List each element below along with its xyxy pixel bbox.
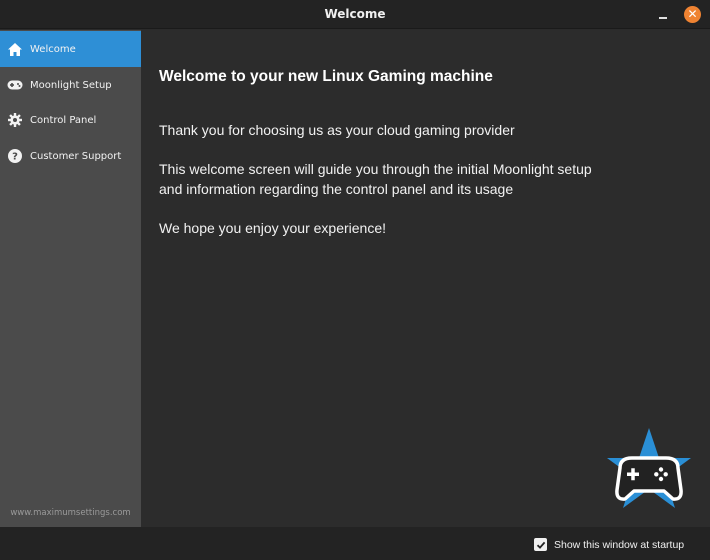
sidebar-item-label: Moonlight Setup: [30, 79, 112, 91]
guide-text-line2: and information regarding the control pa…: [159, 181, 514, 197]
sidebar-item-control-panel[interactable]: Control Panel: [0, 102, 141, 138]
page-title: Welcome to your new Linux Gaming machine: [159, 68, 493, 85]
show-at-startup-toggle[interactable]: Show this window at startup: [534, 538, 684, 551]
guide-text-line1: This welcome screen will guide you throu…: [159, 161, 592, 177]
intro-text: Thank you for choosing us as your cloud …: [159, 122, 515, 138]
svg-text:?: ?: [12, 152, 18, 163]
website-link[interactable]: www.maximumsettings.com: [0, 508, 141, 518]
sidebar: Welcome Moonlight Setup Control Panel ? …: [0, 30, 141, 527]
close-icon: ✕: [687, 7, 698, 21]
minimize-button[interactable]: [652, 6, 672, 24]
sidebar-item-label: Welcome: [30, 43, 76, 55]
show-at-startup-label: Show this window at startup: [554, 538, 685, 551]
title-bar: Welcome ✕: [0, 0, 710, 29]
help-icon: ?: [0, 149, 30, 163]
checkbox-checked-icon[interactable]: [534, 538, 547, 551]
star-gamepad-logo-icon: [606, 428, 692, 516]
gamepad-icon: [0, 80, 30, 90]
sidebar-item-welcome[interactable]: Welcome: [0, 31, 141, 67]
bottom-bar: Show this window at startup: [0, 527, 710, 560]
sidebar-item-moonlight-setup[interactable]: Moonlight Setup: [0, 67, 141, 103]
sidebar-item-label: Control Panel: [30, 114, 97, 126]
gear-icon: [0, 113, 30, 127]
window-title: Welcome: [324, 7, 386, 21]
home-icon: [0, 42, 30, 56]
close-button[interactable]: ✕: [684, 6, 701, 23]
main-content: Welcome to your new Linux Gaming machine…: [141, 30, 710, 527]
closing-text: We hope you enjoy your experience!: [159, 220, 386, 236]
sidebar-item-label: Customer Support: [30, 150, 122, 162]
sidebar-item-customer-support[interactable]: ? Customer Support: [0, 138, 141, 174]
